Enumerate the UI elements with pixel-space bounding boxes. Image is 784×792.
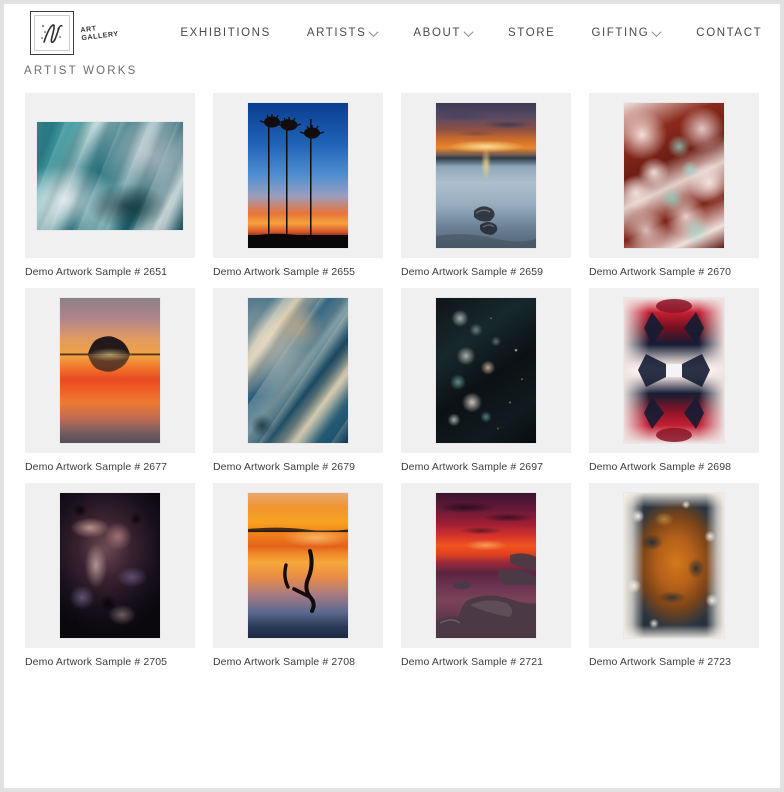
artwork-caption: Demo Artwork Sample # 2677 (25, 461, 168, 473)
nav-item-contact[interactable]: CONTACT (678, 21, 780, 45)
artwork-caption: Demo Artwork Sample # 2721 (401, 656, 544, 668)
nav-item-gifting[interactable]: GIFTING (573, 21, 678, 45)
artwork-image-dark-teal-bubbles (436, 298, 536, 443)
artwork-grid: Demo Artwork Sample # 2651 Demo Artwork … (4, 77, 780, 668)
nav-label: EXHIBITIONS (180, 27, 271, 39)
artwork-card[interactable]: Demo Artwork Sample # 2659 (401, 93, 571, 278)
artwork-card[interactable]: Demo Artwork Sample # 2721 (401, 483, 571, 668)
artwork-card[interactable]: Demo Artwork Sample # 2670 (589, 93, 759, 278)
artwork-thumbnail[interactable] (401, 288, 571, 453)
artwork-caption: Demo Artwork Sample # 2679 (213, 461, 356, 473)
artwork-caption: Demo Artwork Sample # 2708 (213, 656, 356, 668)
page-root: ART GALLERY EXHIBITIONS ARTISTS ABOUT ST… (4, 4, 780, 788)
logo-wordmark: ART GALLERY (80, 23, 119, 43)
artwork-thumbnail[interactable] (401, 483, 571, 648)
artwork-card[interactable]: Demo Artwork Sample # 2679 (213, 288, 383, 473)
artwork-caption: Demo Artwork Sample # 2697 (401, 461, 544, 473)
artwork-image-crimson-shore (436, 493, 536, 638)
nav-label: GIFTING (591, 27, 650, 39)
artwork-caption: Demo Artwork Sample # 2670 (589, 266, 732, 278)
nav-label: STORE (508, 27, 556, 39)
artwork-image-palm-sunset (248, 103, 348, 248)
site-logo[interactable]: ART GALLERY (30, 11, 119, 55)
artwork-image-ocean-sunset-rocks (436, 103, 536, 248)
nav-label: CONTACT (696, 27, 763, 39)
artwork-caption: Demo Artwork Sample # 2698 (589, 461, 732, 473)
nav-item-store[interactable]: STORE (490, 21, 573, 45)
site-header: ART GALLERY EXHIBITIONS ARTISTS ABOUT ST… (4, 4, 780, 62)
artwork-caption: Demo Artwork Sample # 2655 (213, 266, 356, 278)
gallery-frame-logo-icon (30, 11, 74, 55)
artwork-thumbnail[interactable] (25, 483, 195, 648)
page-title: ARTIST WORKS (24, 65, 138, 77)
artwork-thumbnail[interactable] (213, 483, 383, 648)
artwork-thumbnail[interactable] (589, 483, 759, 648)
artwork-thumbnail[interactable] (401, 93, 571, 258)
artwork-thumbnail[interactable] (589, 93, 759, 258)
artwork-thumbnail[interactable] (25, 288, 195, 453)
artwork-caption: Demo Artwork Sample # 2705 (25, 656, 168, 668)
artwork-card[interactable]: Demo Artwork Sample # 2705 (25, 483, 195, 668)
artwork-thumbnail[interactable] (589, 288, 759, 453)
nav-label: ARTISTS (306, 27, 367, 39)
artwork-image-dark-plum-flow (60, 493, 160, 638)
artwork-caption: Demo Artwork Sample # 2723 (589, 656, 732, 668)
nav-label: ABOUT (413, 27, 462, 39)
artwork-card[interactable]: Demo Artwork Sample # 2697 (401, 288, 571, 473)
artwork-thumbnail[interactable] (25, 93, 195, 258)
artwork-image-rust-cream-pour (624, 103, 724, 248)
artwork-image-island-sunset (60, 298, 160, 443)
artwork-card[interactable]: Demo Artwork Sample # 2708 (213, 483, 383, 668)
artwork-image-blue-cream-swirl (248, 298, 348, 443)
artwork-card[interactable]: Demo Artwork Sample # 2677 (25, 288, 195, 473)
artwork-caption: Demo Artwork Sample # 2659 (401, 266, 544, 278)
artwork-card[interactable]: Demo Artwork Sample # 2655 (213, 93, 383, 278)
chevron-down-icon (463, 26, 474, 37)
artwork-image-teal-marble (37, 121, 183, 230)
artwork-thumbnail[interactable] (213, 93, 383, 258)
chevron-down-icon (651, 26, 662, 37)
main-navigation: EXHIBITIONS ARTISTS ABOUT STORE GIFTING … (162, 21, 780, 45)
artwork-image-red-navy-symmetry (624, 298, 724, 443)
artwork-card[interactable]: Demo Artwork Sample # 2698 (589, 288, 759, 473)
artwork-image-amber-cream-pour (624, 493, 724, 638)
nav-item-about[interactable]: ABOUT (395, 21, 490, 45)
artwork-image-driftwood-sunset (248, 493, 348, 638)
nav-item-artists[interactable]: ARTISTS (289, 21, 396, 45)
chevron-down-icon (368, 26, 379, 37)
nav-item-exhibitions[interactable]: EXHIBITIONS (162, 21, 288, 45)
artwork-caption: Demo Artwork Sample # 2651 (25, 266, 168, 278)
artwork-card[interactable]: Demo Artwork Sample # 2723 (589, 483, 759, 668)
artwork-thumbnail[interactable] (213, 288, 383, 453)
artwork-card[interactable]: Demo Artwork Sample # 2651 (25, 93, 195, 278)
